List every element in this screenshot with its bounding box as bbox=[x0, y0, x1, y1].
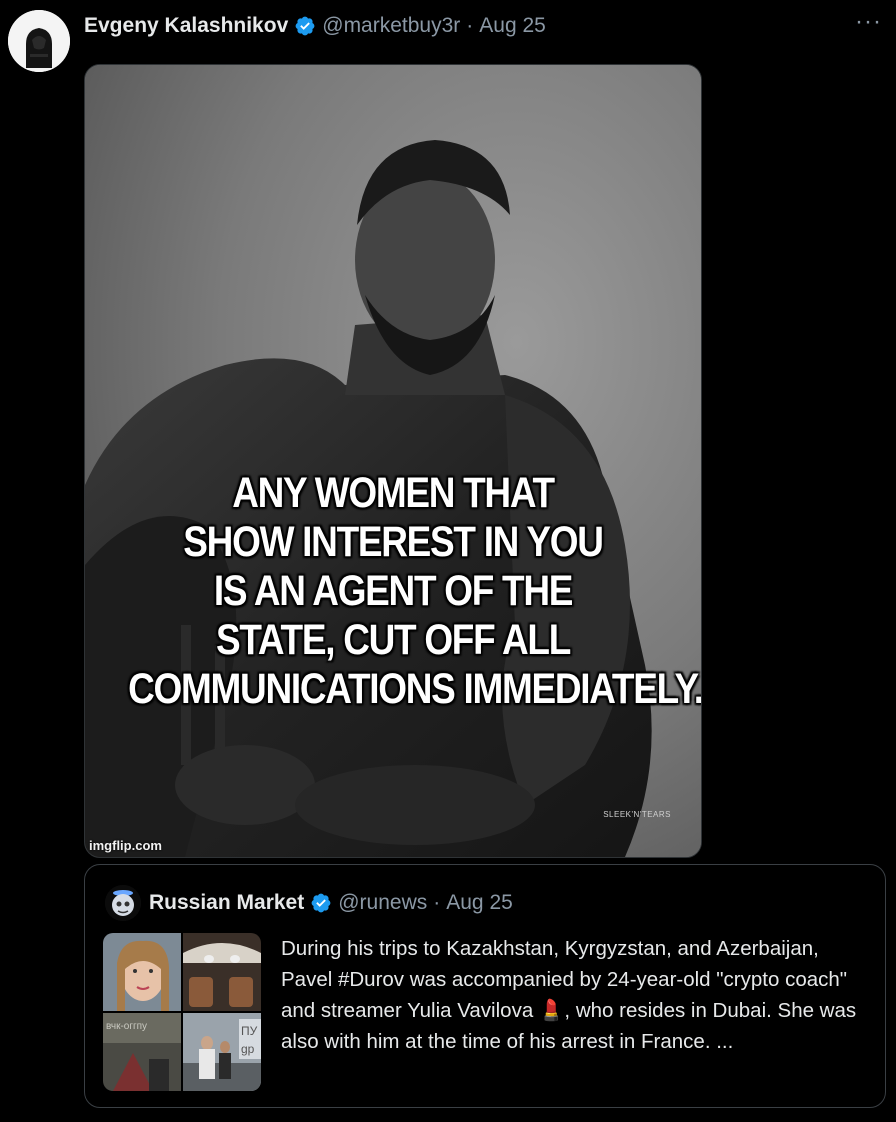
quote-text: During his trips to Kazakhstan, Kyrgyzst… bbox=[281, 937, 857, 1053]
quote-thumb-4-caption-1: ПУ bbox=[241, 1024, 258, 1038]
quote-thumb-4-caption-2: gp bbox=[241, 1042, 255, 1056]
more-options-icon[interactable]: ··· bbox=[855, 8, 882, 36]
quote-thumb-2[interactable] bbox=[183, 933, 261, 1011]
meme-caption-line: COMMUNICATIONS IMMEDIATELY. bbox=[128, 665, 702, 713]
tweet-header: Evgeny Kalashnikov @marketbuy3r · Aug 25 bbox=[84, 12, 546, 40]
verified-badge-icon bbox=[294, 15, 316, 37]
quote-author-name[interactable]: Russian Market bbox=[149, 889, 304, 917]
meme-photo bbox=[85, 65, 701, 857]
meme-caption-line: ANY WOMEN THAT bbox=[232, 469, 555, 517]
quote-thumb-4[interactable]: ПУ gp bbox=[183, 1013, 261, 1091]
quote-thumb-3-caption: вчк-оггпу bbox=[106, 1021, 147, 1032]
quote-author-avatar[interactable] bbox=[105, 885, 141, 921]
image-watermark: imgflip.com bbox=[89, 838, 162, 853]
separator-dot: · bbox=[466, 14, 474, 37]
tweet-image[interactable]: ANY WOMEN THAT SHOW INTEREST IN YOU IS A… bbox=[84, 64, 702, 858]
meme-caption-line: SHOW INTEREST IN YOU bbox=[183, 518, 604, 566]
quote-header: Russian Market @runews · Aug 25 bbox=[149, 889, 513, 917]
meme-caption-line: IS AN AGENT OF THE bbox=[213, 567, 574, 615]
quote-date[interactable]: Aug 25 bbox=[446, 889, 513, 917]
tweet-date[interactable]: Aug 25 bbox=[479, 12, 546, 40]
quote-media-grid[interactable]: вчк-оггпу ПУ gp bbox=[103, 933, 261, 1091]
separator-dot: · bbox=[433, 891, 441, 914]
quote-thumb-1[interactable] bbox=[103, 933, 181, 1011]
verified-badge-icon bbox=[310, 892, 332, 914]
quote-thumb-3[interactable]: вчк-оггпу bbox=[103, 1013, 181, 1091]
meme-caption: ANY WOMEN THAT SHOW INTEREST IN YOU IS A… bbox=[128, 469, 702, 714]
quote-author-handle[interactable]: @runews bbox=[338, 889, 427, 917]
author-name[interactable]: Evgeny Kalashnikov bbox=[84, 12, 288, 40]
author-handle[interactable]: @marketbuy3r bbox=[322, 12, 460, 40]
image-signature: SLEEK'N'TEARS bbox=[603, 810, 671, 819]
quoted-tweet[interactable]: Russian Market @runews · Aug 25 вчк-оггп… bbox=[84, 864, 886, 1108]
meme-caption-line: STATE, CUT OFF ALL bbox=[215, 616, 571, 664]
author-avatar[interactable] bbox=[8, 10, 70, 72]
